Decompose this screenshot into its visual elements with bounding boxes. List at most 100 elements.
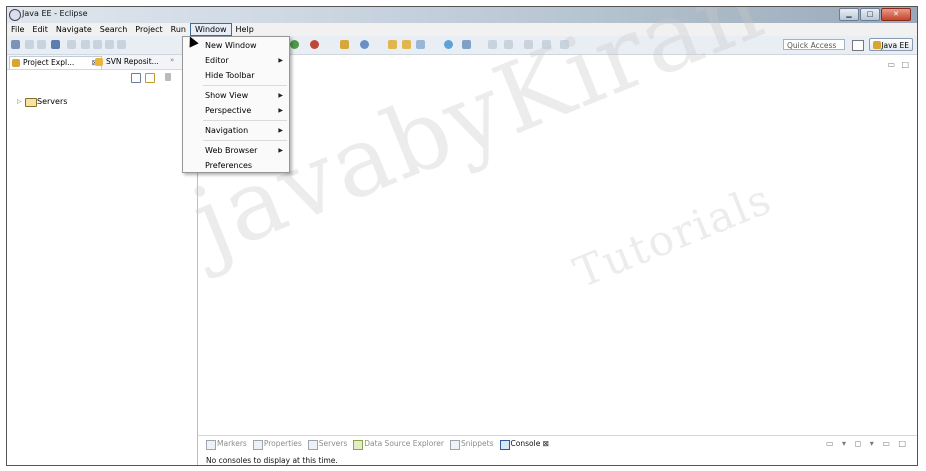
close-console-tab-icon[interactable]: ⊠: [543, 439, 549, 448]
console-message: No consoles to display at this time.: [206, 456, 338, 465]
tab-properties-label: Properties: [263, 439, 302, 448]
menu-item-new-window[interactable]: New Window: [183, 39, 289, 52]
save-icon[interactable]: [25, 40, 34, 49]
snippets-icon: [449, 440, 460, 450]
menu-help[interactable]: Help: [232, 23, 258, 36]
menu-item-hide-toolbar[interactable]: Hide Toolbar: [183, 69, 289, 82]
web-browser-icon[interactable]: [444, 40, 453, 49]
suspend-icon[interactable]: [93, 40, 102, 49]
tree-item-label: Servers: [37, 97, 68, 106]
forward-icon[interactable]: [560, 40, 569, 49]
back-icon[interactable]: [542, 40, 551, 49]
open-type-icon[interactable]: [388, 40, 397, 49]
console-icon[interactable]: [51, 40, 60, 49]
submenu-arrow-icon: ▶: [278, 92, 283, 99]
run-icon[interactable]: [290, 40, 299, 49]
menu-project[interactable]: Project: [131, 23, 166, 36]
maximize-editor-icon[interactable]: □: [901, 60, 909, 69]
open-perspective-icon[interactable]: [852, 40, 864, 51]
tab-servers[interactable]: Servers: [307, 439, 347, 450]
minimize-button[interactable]: ▁: [839, 8, 859, 21]
resume-icon[interactable]: [81, 40, 90, 49]
svn-repository-icon: [95, 58, 103, 66]
properties-icon: [252, 440, 263, 450]
tab-svn-repositories[interactable]: SVN Reposit...: [93, 56, 178, 68]
open-task-icon[interactable]: [416, 40, 425, 49]
menu-item-label: Show View: [205, 91, 249, 100]
tab-snippets-label: Snippets: [460, 439, 494, 448]
submenu-arrow-icon: ▶: [278, 107, 283, 114]
debug-icon[interactable]: [310, 40, 319, 49]
quick-access-input[interactable]: Quick Access: [783, 39, 845, 50]
menu-file[interactable]: File: [7, 23, 28, 36]
new-java-class-icon[interactable]: [360, 40, 369, 49]
tab-markers[interactable]: Markers: [206, 439, 247, 450]
menu-navigate[interactable]: Navigate: [52, 23, 96, 36]
collapse-all-icon[interactable]: [131, 73, 141, 83]
tab-data-source-explorer-label: Data Source Explorer: [364, 439, 444, 448]
menu-item-preferences[interactable]: Preferences: [183, 159, 289, 172]
terminate-icon[interactable]: [105, 40, 114, 49]
java-ee-perspective-label: Java EE: [881, 41, 909, 50]
bottom-tabs: Markers Properties Servers Data Source E…: [206, 439, 549, 450]
eclipse-window: Java EE - Eclipse ▁ □ ✕ File Edit Naviga…: [6, 6, 918, 466]
window-menu-dropdown: New Window Editor ▶ Hide Toolbar Show Vie…: [182, 36, 290, 173]
tab-svn-repositories-label: SVN Reposit...: [106, 57, 159, 66]
project-explorer-icon: [12, 59, 20, 67]
save-all-icon[interactable]: [37, 40, 46, 49]
tab-console-label: Console: [510, 439, 541, 448]
tab-project-explorer-label: Project Expl...: [23, 58, 75, 67]
close-button[interactable]: ✕: [881, 8, 911, 21]
menu-item-editor[interactable]: Editor ▶: [183, 54, 289, 67]
tab-markers-label: Markers: [217, 439, 247, 448]
submenu-arrow-icon: ▶: [278, 127, 283, 134]
bottom-panel: Markers Properties Servers Data Source E…: [198, 435, 917, 465]
last-edit-icon[interactable]: [524, 40, 533, 49]
window-controls: ▁ □ ✕: [839, 8, 911, 21]
previous-annotation-icon[interactable]: [504, 40, 513, 49]
menu-item-navigation[interactable]: Navigation ▶: [183, 124, 289, 137]
open-resource-icon[interactable]: [402, 40, 411, 49]
tree-item-servers[interactable]: ▷ Servers: [15, 97, 67, 107]
new-icon[interactable]: [11, 40, 20, 49]
menu-separator: [203, 85, 287, 86]
minimize-editor-icon[interactable]: ▭: [887, 60, 895, 69]
menu-bar: File Edit Navigate Search Project Run Wi…: [7, 23, 917, 36]
expand-icon[interactable]: ▷: [17, 97, 22, 107]
menu-window[interactable]: Window: [189, 23, 232, 36]
maximize-button[interactable]: □: [860, 8, 880, 21]
view-menu-icon[interactable]: [165, 73, 171, 81]
search-icon[interactable]: [462, 40, 471, 49]
menu-run[interactable]: Run: [167, 23, 190, 36]
tab-snippets[interactable]: Snippets: [449, 439, 494, 450]
tab-project-explorer[interactable]: Project Expl... ⊠: [9, 56, 102, 69]
menu-separator: [203, 140, 287, 141]
data-source-icon: [353, 440, 364, 450]
menu-item-web-browser[interactable]: Web Browser ▶: [183, 144, 289, 157]
tab-console[interactable]: Console ⊠: [499, 439, 549, 450]
java-ee-perspective-button[interactable]: Java EE: [869, 38, 913, 51]
tab-properties[interactable]: Properties: [252, 439, 302, 450]
next-annotation-icon[interactable]: [488, 40, 497, 49]
tab-overflow-icon[interactable]: »: [170, 56, 174, 64]
java-ee-icon: [873, 41, 881, 49]
skip-breakpoints-icon[interactable]: [67, 40, 76, 49]
menu-item-perspective[interactable]: Perspective ▶: [183, 104, 289, 117]
menu-edit[interactable]: Edit: [28, 23, 52, 36]
tab-data-source-explorer[interactable]: Data Source Explorer: [353, 439, 444, 450]
project-explorer-panel: Project Expl... ⊠ SVN Reposit... » ▷ Ser…: [7, 55, 198, 465]
markers-icon: [206, 440, 216, 450]
submenu-arrow-icon: ▶: [278, 147, 283, 154]
menu-item-label: Hide Toolbar: [205, 71, 255, 80]
menu-search[interactable]: Search: [96, 23, 131, 36]
title-bar[interactable]: Java EE - Eclipse ▁ □ ✕: [7, 7, 917, 23]
disconnect-icon[interactable]: [117, 40, 126, 49]
link-with-editor-icon[interactable]: [145, 73, 155, 83]
folder-icon: [25, 98, 37, 107]
menu-item-show-view[interactable]: Show View ▶: [183, 89, 289, 102]
editor-area[interactable]: ▭ □: [198, 55, 917, 435]
new-server-icon[interactable]: [340, 40, 349, 49]
bottom-panel-controls[interactable]: ▭ ▾ ◻ ▾ ▭ □: [826, 439, 909, 448]
menu-item-label: Navigation: [205, 126, 249, 135]
menu-item-label: Perspective: [205, 106, 252, 115]
